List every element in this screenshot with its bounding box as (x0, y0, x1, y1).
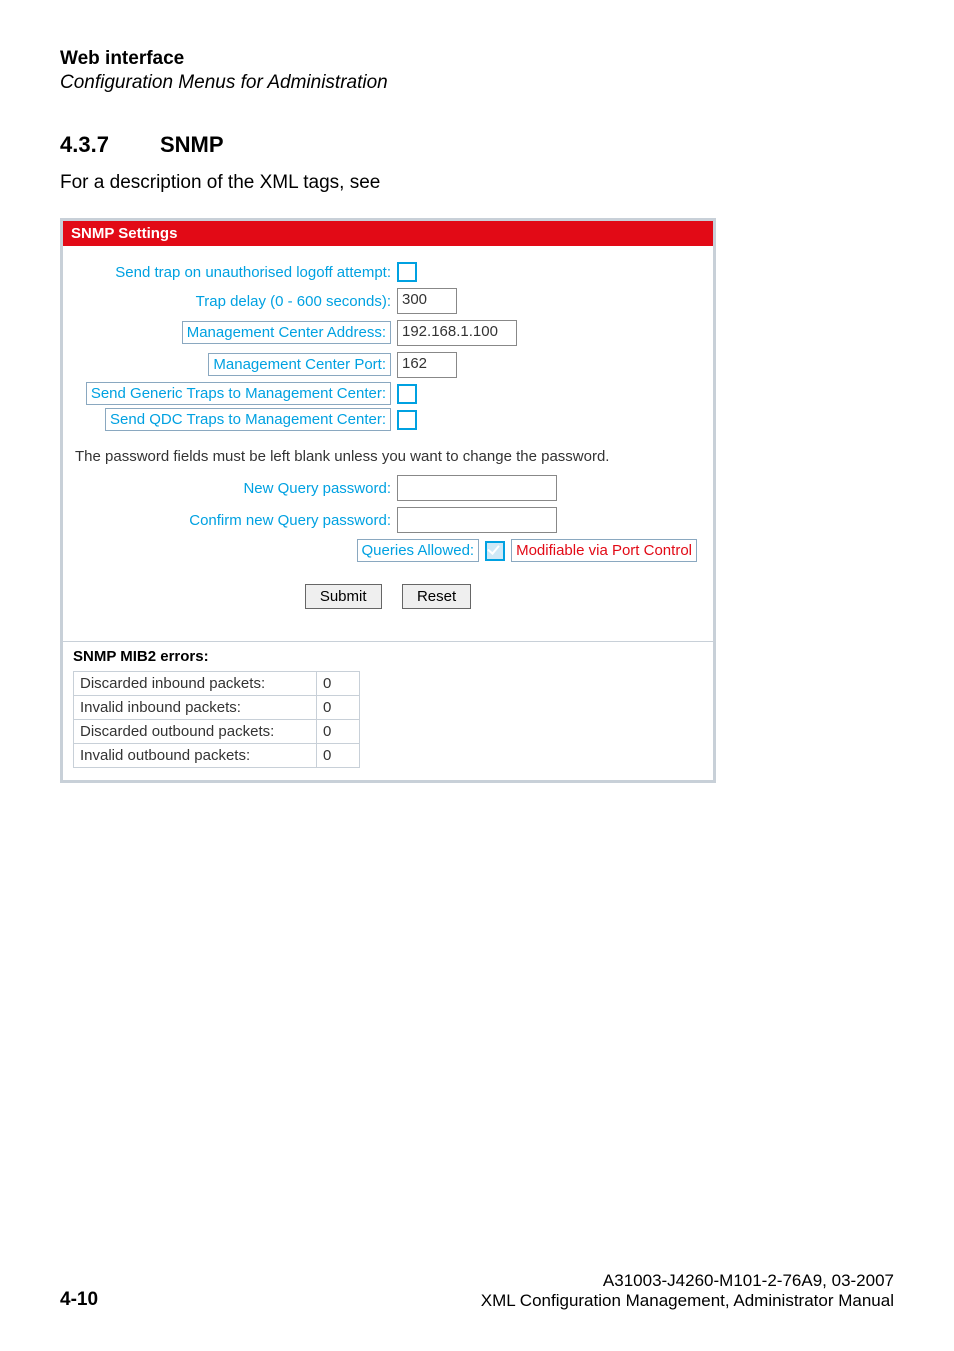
queries-allowed-label: Queries Allowed: (357, 539, 480, 562)
footer-doc-code: A31003-J4260-M101-2-76A9, 03-2007 (481, 1271, 894, 1291)
table-row: Invalid inbound packets: 0 (74, 696, 703, 720)
trap-delay-input[interactable]: 300 (397, 288, 457, 314)
table-row: Discarded inbound packets: 0 (74, 672, 703, 696)
panel-title: SNMP Settings (63, 221, 713, 246)
send-trap-checkbox[interactable] (397, 262, 417, 282)
queries-allowed-checkbox[interactable] (485, 541, 505, 561)
table-row: Invalid outbound packets: 0 (74, 744, 703, 768)
submit-button[interactable]: Submit (305, 584, 382, 609)
error-value: 0 (317, 696, 360, 720)
reset-button[interactable]: Reset (402, 584, 471, 609)
modifiable-via-port-control-link[interactable]: Modifiable via Port Control (511, 539, 697, 562)
error-value: 0 (317, 720, 360, 744)
errors-title: SNMP MIB2 errors: (63, 641, 713, 671)
send-generic-checkbox[interactable] (397, 384, 417, 404)
section-number: 4.3.7 (60, 132, 160, 158)
new-pw-input[interactable] (397, 475, 557, 501)
mc-port-label: Management Center Port: (208, 353, 391, 376)
page-header-subtitle: Configuration Menus for Administration (60, 72, 894, 94)
send-qdc-checkbox[interactable] (397, 410, 417, 430)
new-pw-label: New Query password: (71, 480, 397, 497)
footer-doc-title: XML Configuration Management, Administra… (481, 1291, 894, 1311)
snmp-settings-panel: SNMP Settings Send trap on unauthorised … (60, 218, 716, 783)
error-value: 0 (317, 672, 360, 696)
send-trap-label: Send trap on unauthorised logoff attempt… (71, 264, 397, 281)
error-label: Discarded inbound packets: (74, 672, 317, 696)
error-value: 0 (317, 744, 360, 768)
mc-address-label: Management Center Address: (182, 321, 391, 344)
send-generic-label: Send Generic Traps to Management Center: (86, 382, 391, 405)
page-header-title: Web interface (60, 48, 894, 70)
error-label: Discarded outbound packets: (74, 720, 317, 744)
password-note: The password fields must be left blank u… (75, 448, 701, 465)
error-label: Invalid inbound packets: (74, 696, 317, 720)
trap-delay-label: Trap delay (0 - 600 seconds): (71, 293, 397, 310)
page-number: 4-10 (60, 1289, 98, 1311)
section-intro: For a description of the XML tags, see (60, 172, 894, 194)
mc-port-input[interactable]: 162 (397, 352, 457, 378)
table-row: Discarded outbound packets: 0 (74, 720, 703, 744)
mc-address-input[interactable]: 192.168.1.100 (397, 320, 517, 346)
send-qdc-label: Send QDC Traps to Management Center: (105, 408, 391, 431)
confirm-pw-input[interactable] (397, 507, 557, 533)
error-label: Invalid outbound packets: (74, 744, 317, 768)
confirm-pw-label: Confirm new Query password: (71, 512, 397, 529)
errors-table: Discarded inbound packets: 0 Invalid inb… (73, 671, 703, 768)
section-title: SNMP (160, 132, 224, 157)
section-heading: 4.3.7SNMP (60, 132, 894, 158)
